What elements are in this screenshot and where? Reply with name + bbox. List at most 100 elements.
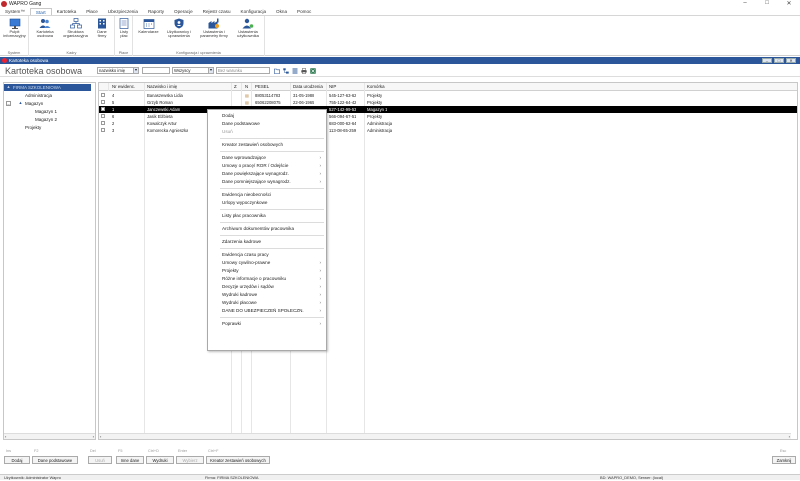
row-checkbox[interactable] (101, 114, 105, 118)
menu-okna[interactable]: Okna (271, 8, 292, 15)
context-menu-item[interactable]: Wydruki płacowe › (208, 299, 326, 307)
context-menu-item[interactable]: Dane powiększające wynagrodz. › (208, 170, 326, 178)
tree-node-magazyn-1[interactable]: Magazyn 1 (35, 108, 57, 115)
row-checkbox[interactable] (101, 93, 105, 97)
list-view-icon[interactable] (292, 68, 298, 74)
menu-operacje[interactable]: Operacje (169, 8, 198, 15)
folder-icon[interactable] (274, 68, 280, 74)
doc-close-button[interactable]: ✕ (786, 58, 796, 63)
collapse-toggle-icon[interactable]: ▲ (6, 85, 11, 90)
table-row[interactable]: 5 Grzyb Roman ▤ 65062208075 22-06-1965 7… (99, 99, 797, 106)
tree-node-firma[interactable]: FIRMA SZKOLENIOWA (4, 84, 91, 91)
col-header-dob[interactable]: Data urodzenia (293, 83, 323, 91)
context-menu-item[interactable]: Wydruki kadrowe › (208, 291, 326, 299)
maximize-button[interactable]: □ (760, 0, 774, 6)
menu-system[interactable]: System™ (0, 8, 30, 15)
sort-select[interactable]: nazwisko imię ▼ (97, 67, 139, 74)
report-wizard-button[interactable]: Kreator zestawień osobowych (206, 456, 270, 464)
ustawienia-firmy-button[interactable]: Ustawienia i parametry firmy (197, 18, 231, 39)
context-menu-item[interactable]: Umowy o pracę/ ROR / Odejście › (208, 162, 326, 170)
uzytkownicy-button[interactable]: Użytkownicy i uprawnienia (163, 18, 195, 39)
context-menu-item[interactable]: Ewidencja nieobecności (208, 191, 326, 199)
doc-maximize-button[interactable]: □ (774, 58, 784, 63)
menu-start[interactable]: Start (29, 8, 52, 15)
print-icon[interactable] (301, 68, 307, 74)
table-row-selected[interactable]: 1 Janczewski Adam 527-142-99-53 Magazyn … (99, 106, 797, 113)
col-header-pesel[interactable]: PESEL (255, 83, 269, 91)
table-row[interactable]: 2 Kowalczyk Artur 683-000-62-64 Administ… (99, 120, 797, 127)
ustawienia-uzytkownika-button[interactable]: Ustawienia użytkownika (233, 18, 263, 39)
select-button[interactable]: Wybierz (176, 456, 204, 464)
close-button[interactable]: Zamknij (772, 456, 796, 464)
struktura-button[interactable]: Struktura organizacyjna (60, 18, 91, 39)
quick-search-input[interactable] (142, 67, 170, 74)
basic-data-button[interactable]: Dane podstawowe (32, 456, 78, 464)
context-menu-item[interactable]: DANE DO UBEZPIECZEŃ SPOŁECZN. › (208, 307, 326, 315)
context-menu-item[interactable]: Dodaj (208, 112, 326, 120)
add-button[interactable]: Dodaj (4, 456, 30, 464)
tree-horizontal-scrollbar[interactable]: ‹ › (4, 433, 95, 439)
menu-place[interactable]: Płace (81, 8, 103, 15)
other-data-button[interactable]: Inne dane (116, 456, 144, 464)
tree-node-magazyn-2[interactable]: Magazyn 2 (35, 116, 57, 123)
context-menu-item[interactable]: Ewidencja czasu pracy (208, 251, 326, 259)
context-menu-item[interactable]: Różne informacje o pracowniku › (208, 275, 326, 283)
condition-filter-input[interactable]: Bez warunku (216, 67, 270, 74)
close-window-button[interactable]: ✕ (782, 0, 796, 7)
context-menu-item[interactable]: Listy płac pracownika (208, 212, 326, 220)
col-header-nip[interactable]: NIP (329, 83, 336, 91)
menu-konfiguracja[interactable]: Konfiguracja (236, 8, 272, 15)
tree-node-projekty[interactable]: Projekty (25, 124, 41, 131)
row-checkbox[interactable] (101, 128, 105, 132)
excel-export-icon[interactable] (310, 68, 316, 74)
context-menu-item[interactable]: Usuń (208, 128, 326, 136)
context-menu-item[interactable]: Archiwum dokumentów pracownika (208, 225, 326, 233)
grid-horizontal-scrollbar[interactable]: ‹ › (99, 433, 791, 439)
menu-pomoc[interactable]: Pomoc (292, 8, 316, 15)
doc-minimize-button[interactable]: – (762, 58, 772, 63)
context-menu-item[interactable]: Dane podstawowe (208, 120, 326, 128)
delete-button[interactable]: Usuń (88, 456, 112, 464)
menu-kartoteka[interactable]: Kartoteka (52, 8, 82, 15)
row-checkbox[interactable] (101, 100, 105, 104)
pulpit-button[interactable]: Pulpit informacyjny (1, 18, 28, 39)
context-menu-item[interactable]: Dane pomniejszające wynagrodz. › (208, 178, 326, 186)
col-header-nr[interactable]: Nr ewidenc. (112, 83, 135, 91)
scroll-left-icon[interactable]: ‹ (5, 434, 6, 439)
minimize-button[interactable]: – (738, 0, 752, 6)
printouts-button[interactable]: Wydruki (146, 456, 174, 464)
collapse-toggle-icon[interactable]: ▲ (18, 101, 23, 106)
menu-ubezpieczenia[interactable]: Ubezpieczenia (103, 8, 143, 15)
context-menu-item[interactable]: Zdarzenia kadrowe (208, 238, 326, 246)
kalendarze-button[interactable]: Kalendarze (136, 18, 161, 34)
status-select[interactable]: Wszyscy ▼ (172, 67, 214, 74)
context-menu-item[interactable]: Urlopy wypoczynkowe (208, 199, 326, 207)
context-menu-item[interactable]: Kreator zestawień osobowych (208, 141, 326, 149)
dane-firmy-button[interactable]: Dane firmy (92, 18, 112, 39)
context-menu-item[interactable]: Umowy cywilno-prawne › (208, 259, 326, 267)
menu-raporty[interactable]: Raporty (143, 8, 169, 15)
col-header-z[interactable]: Z (234, 83, 237, 91)
listy-plac-button[interactable]: Listy płac (116, 18, 132, 39)
scroll-right-icon[interactable]: › (789, 434, 790, 439)
row-checkbox[interactable] (101, 121, 105, 125)
context-menu-item[interactable]: Dane wprowadzające › (208, 154, 326, 162)
kartoteka-osobowa-button[interactable]: Kartoteka osobowa (32, 18, 58, 39)
row-checkbox[interactable] (101, 107, 105, 111)
col-header-name[interactable]: Nazwisko i imię (147, 83, 177, 91)
scroll-right-icon[interactable]: › (93, 434, 94, 439)
tree-view-icon[interactable] (283, 68, 289, 74)
tree-node-administracja[interactable]: Administracja (25, 92, 52, 99)
table-row[interactable]: 3 Komorecka Agnieszka 113-08-65-259 Admi… (99, 127, 797, 134)
table-row[interactable]: 6 Jasik Elżbieta 566-094-67-51 Projekty (99, 113, 797, 120)
scroll-left-icon[interactable]: ‹ (100, 434, 101, 439)
context-menu-item[interactable]: Decyzje urzędów i sądów › (208, 283, 326, 291)
col-header-n[interactable]: N (245, 83, 248, 91)
context-menu-item[interactable]: Poprawki › (208, 320, 326, 328)
col-header-dept[interactable]: Komórka (367, 83, 385, 91)
tree-node-magazyn[interactable]: Magazyn (25, 100, 43, 107)
menu-rejestr-czasu[interactable]: Rejestr czasu (198, 8, 236, 15)
table-row[interactable]: 4 Banaszewska Lidia ▤ 88053114783 31-05-… (99, 92, 797, 99)
expand-box-icon[interactable]: – (6, 101, 11, 106)
context-menu-item[interactable]: Projekty › (208, 267, 326, 275)
